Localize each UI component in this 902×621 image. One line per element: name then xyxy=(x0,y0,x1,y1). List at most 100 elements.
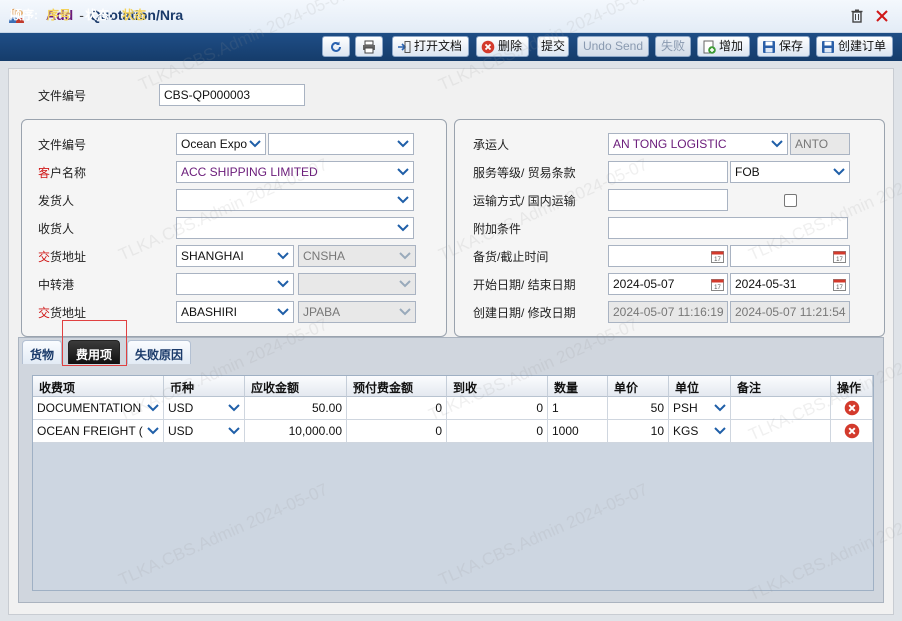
svg-text:17: 17 xyxy=(836,257,843,263)
extra-label: 附加条件 xyxy=(473,222,522,236)
cell-item: DOCUMENTATION xyxy=(37,401,142,415)
col-header[interactable]: 单价 xyxy=(608,376,669,397)
chevron-down-icon xyxy=(393,190,413,210)
col-header[interactable]: 币种 xyxy=(164,376,245,397)
date-label: 开始日期/ 结束日期 xyxy=(473,278,576,292)
header-doc-no-label: 文件编号 xyxy=(38,89,87,103)
cell-collect[interactable]: 0 xyxy=(447,420,548,443)
cell-action xyxy=(831,420,873,443)
close-icon[interactable] xyxy=(874,8,890,24)
customer-select[interactable]: ACC SHIPPING LIMITED xyxy=(176,161,414,183)
transport-label: 运输方式/ 国内运输 xyxy=(473,194,576,208)
undo-send-button[interactable]: Undo Send xyxy=(577,36,649,57)
cell-qty[interactable]: 1000 xyxy=(548,420,608,443)
calendar-icon[interactable]: 17 xyxy=(829,246,849,266)
chevron-down-icon xyxy=(393,218,413,238)
origin-label: 交货地址 xyxy=(38,248,86,265)
cell-prepaid[interactable]: 0 xyxy=(347,397,447,420)
refresh-button[interactable] xyxy=(322,36,350,57)
customer-value: ACC SHIPPING LIMITED xyxy=(181,165,318,179)
origin-select[interactable]: SHANGHAI xyxy=(176,245,294,267)
cell-item: OCEAN FREIGHT ( xyxy=(37,424,143,438)
tab-cargo[interactable]: 货物 xyxy=(22,340,63,364)
delete-button[interactable]: 删除 xyxy=(476,36,529,57)
col-header[interactable]: 到收 xyxy=(447,376,548,397)
chevron-down-icon xyxy=(395,302,415,322)
dest-select[interactable]: ABASHIRI xyxy=(176,301,294,323)
created-field: 2024-05-07 11:16:19 xyxy=(608,301,728,323)
cell-receivable[interactable]: 10,000.00 xyxy=(245,420,347,443)
submit-button[interactable]: 提交 xyxy=(537,36,569,57)
cell-price[interactable]: 50 xyxy=(608,397,669,420)
add-label: 增加 xyxy=(719,39,744,53)
extra-field[interactable] xyxy=(608,217,848,239)
chevron-down-icon xyxy=(273,302,293,322)
col-header[interactable]: 收费项 xyxy=(33,376,164,397)
incoterm-select[interactable]: FOB xyxy=(730,161,850,183)
dest-value: ABASHIRI xyxy=(181,305,238,319)
cell-remark[interactable] xyxy=(731,420,831,443)
delete-icon[interactable] xyxy=(844,423,860,439)
shipper-select[interactable] xyxy=(176,189,414,211)
chevron-down-icon xyxy=(767,134,787,154)
cell-price[interactable]: 10 xyxy=(608,420,669,443)
cell-unit-select[interactable]: PSH xyxy=(669,397,731,420)
doc-sub-select[interactable] xyxy=(268,133,414,155)
dest-code: JPABA xyxy=(303,305,341,319)
open-doc-button[interactable]: 打开文档 xyxy=(392,36,469,57)
doc-type-select[interactable]: Ocean Expo xyxy=(176,133,266,155)
cell-receivable[interactable]: 50.00 xyxy=(245,397,347,420)
header-doc-no-field[interactable]: CBS-QP000003 xyxy=(159,84,305,106)
delete-icon xyxy=(481,40,495,53)
create-order-label: 创建订单 xyxy=(838,39,887,53)
trash-icon[interactable] xyxy=(849,8,865,24)
cell-item-select[interactable]: DOCUMENTATION xyxy=(33,397,164,420)
end-date-value: 2024-05-31 xyxy=(735,277,797,291)
cell-qty[interactable]: 1 xyxy=(548,397,608,420)
cell-remark[interactable] xyxy=(731,397,831,420)
cell-item-select[interactable]: OCEAN FREIGHT ( xyxy=(33,420,164,443)
cell-unit: PSH xyxy=(673,401,698,415)
col-header[interactable]: 预付费金额 xyxy=(347,376,447,397)
calendar-icon[interactable]: 17 xyxy=(707,246,727,266)
carrier-select[interactable]: AN TONG LOGISTIC xyxy=(608,133,788,155)
cell-action xyxy=(831,397,873,420)
charges-grid: 收费项 币种 应收金额 预付费金额 到收 数量 单价 单位 备注 操作 DOCU… xyxy=(32,375,874,591)
save-button[interactable]: 保存 xyxy=(757,36,810,57)
delete-icon[interactable] xyxy=(844,400,860,416)
domestic-checkbox[interactable] xyxy=(784,194,797,207)
cell-currency-select[interactable]: USD xyxy=(164,420,245,443)
carrier-label: 承运人 xyxy=(473,138,510,152)
fail-button[interactable]: 失败 xyxy=(655,36,691,57)
create-order-button[interactable]: 创建订单 xyxy=(816,36,893,57)
cell-prepaid[interactable]: 0 xyxy=(347,420,447,443)
calendar-icon[interactable]: 17 xyxy=(707,274,727,294)
col-header[interactable]: 操作 xyxy=(831,376,873,397)
add-icon xyxy=(703,40,716,54)
start-date-value: 2024-05-07 xyxy=(613,277,675,291)
print-button[interactable] xyxy=(355,36,383,57)
cutoff-start-field[interactable]: 17 xyxy=(608,245,728,267)
consignee-select[interactable] xyxy=(176,217,414,239)
cell-collect[interactable]: 0 xyxy=(447,397,548,420)
tab-highlight-box xyxy=(62,320,127,366)
transport-field[interactable] xyxy=(608,189,728,211)
tab-fail-reason[interactable]: 失败原因 xyxy=(127,340,192,364)
add-button[interactable]: 增加 xyxy=(697,36,750,57)
customer-label-rest: 户名称 xyxy=(50,166,87,180)
cell-currency-select[interactable]: USD xyxy=(164,397,245,420)
cell-unit-select[interactable]: KGS xyxy=(669,420,731,443)
end-date-field[interactable]: 2024-05-31 17 xyxy=(730,273,850,295)
col-header[interactable]: 数量 xyxy=(548,376,608,397)
chevron-down-icon xyxy=(829,162,849,182)
transit-select[interactable] xyxy=(176,273,294,295)
col-header[interactable]: 备注 xyxy=(731,376,831,397)
start-date-field[interactable]: 2024-05-07 17 xyxy=(608,273,728,295)
col-header[interactable]: 单位 xyxy=(669,376,731,397)
col-header[interactable]: 应收金额 xyxy=(245,376,347,397)
service-field[interactable] xyxy=(608,161,728,183)
calendar-icon[interactable]: 17 xyxy=(829,274,849,294)
cutoff-end-field[interactable]: 17 xyxy=(730,245,850,267)
modified-field: 2024-05-07 11:21:54 xyxy=(730,301,850,323)
shipper-label: 发货人 xyxy=(38,194,75,208)
